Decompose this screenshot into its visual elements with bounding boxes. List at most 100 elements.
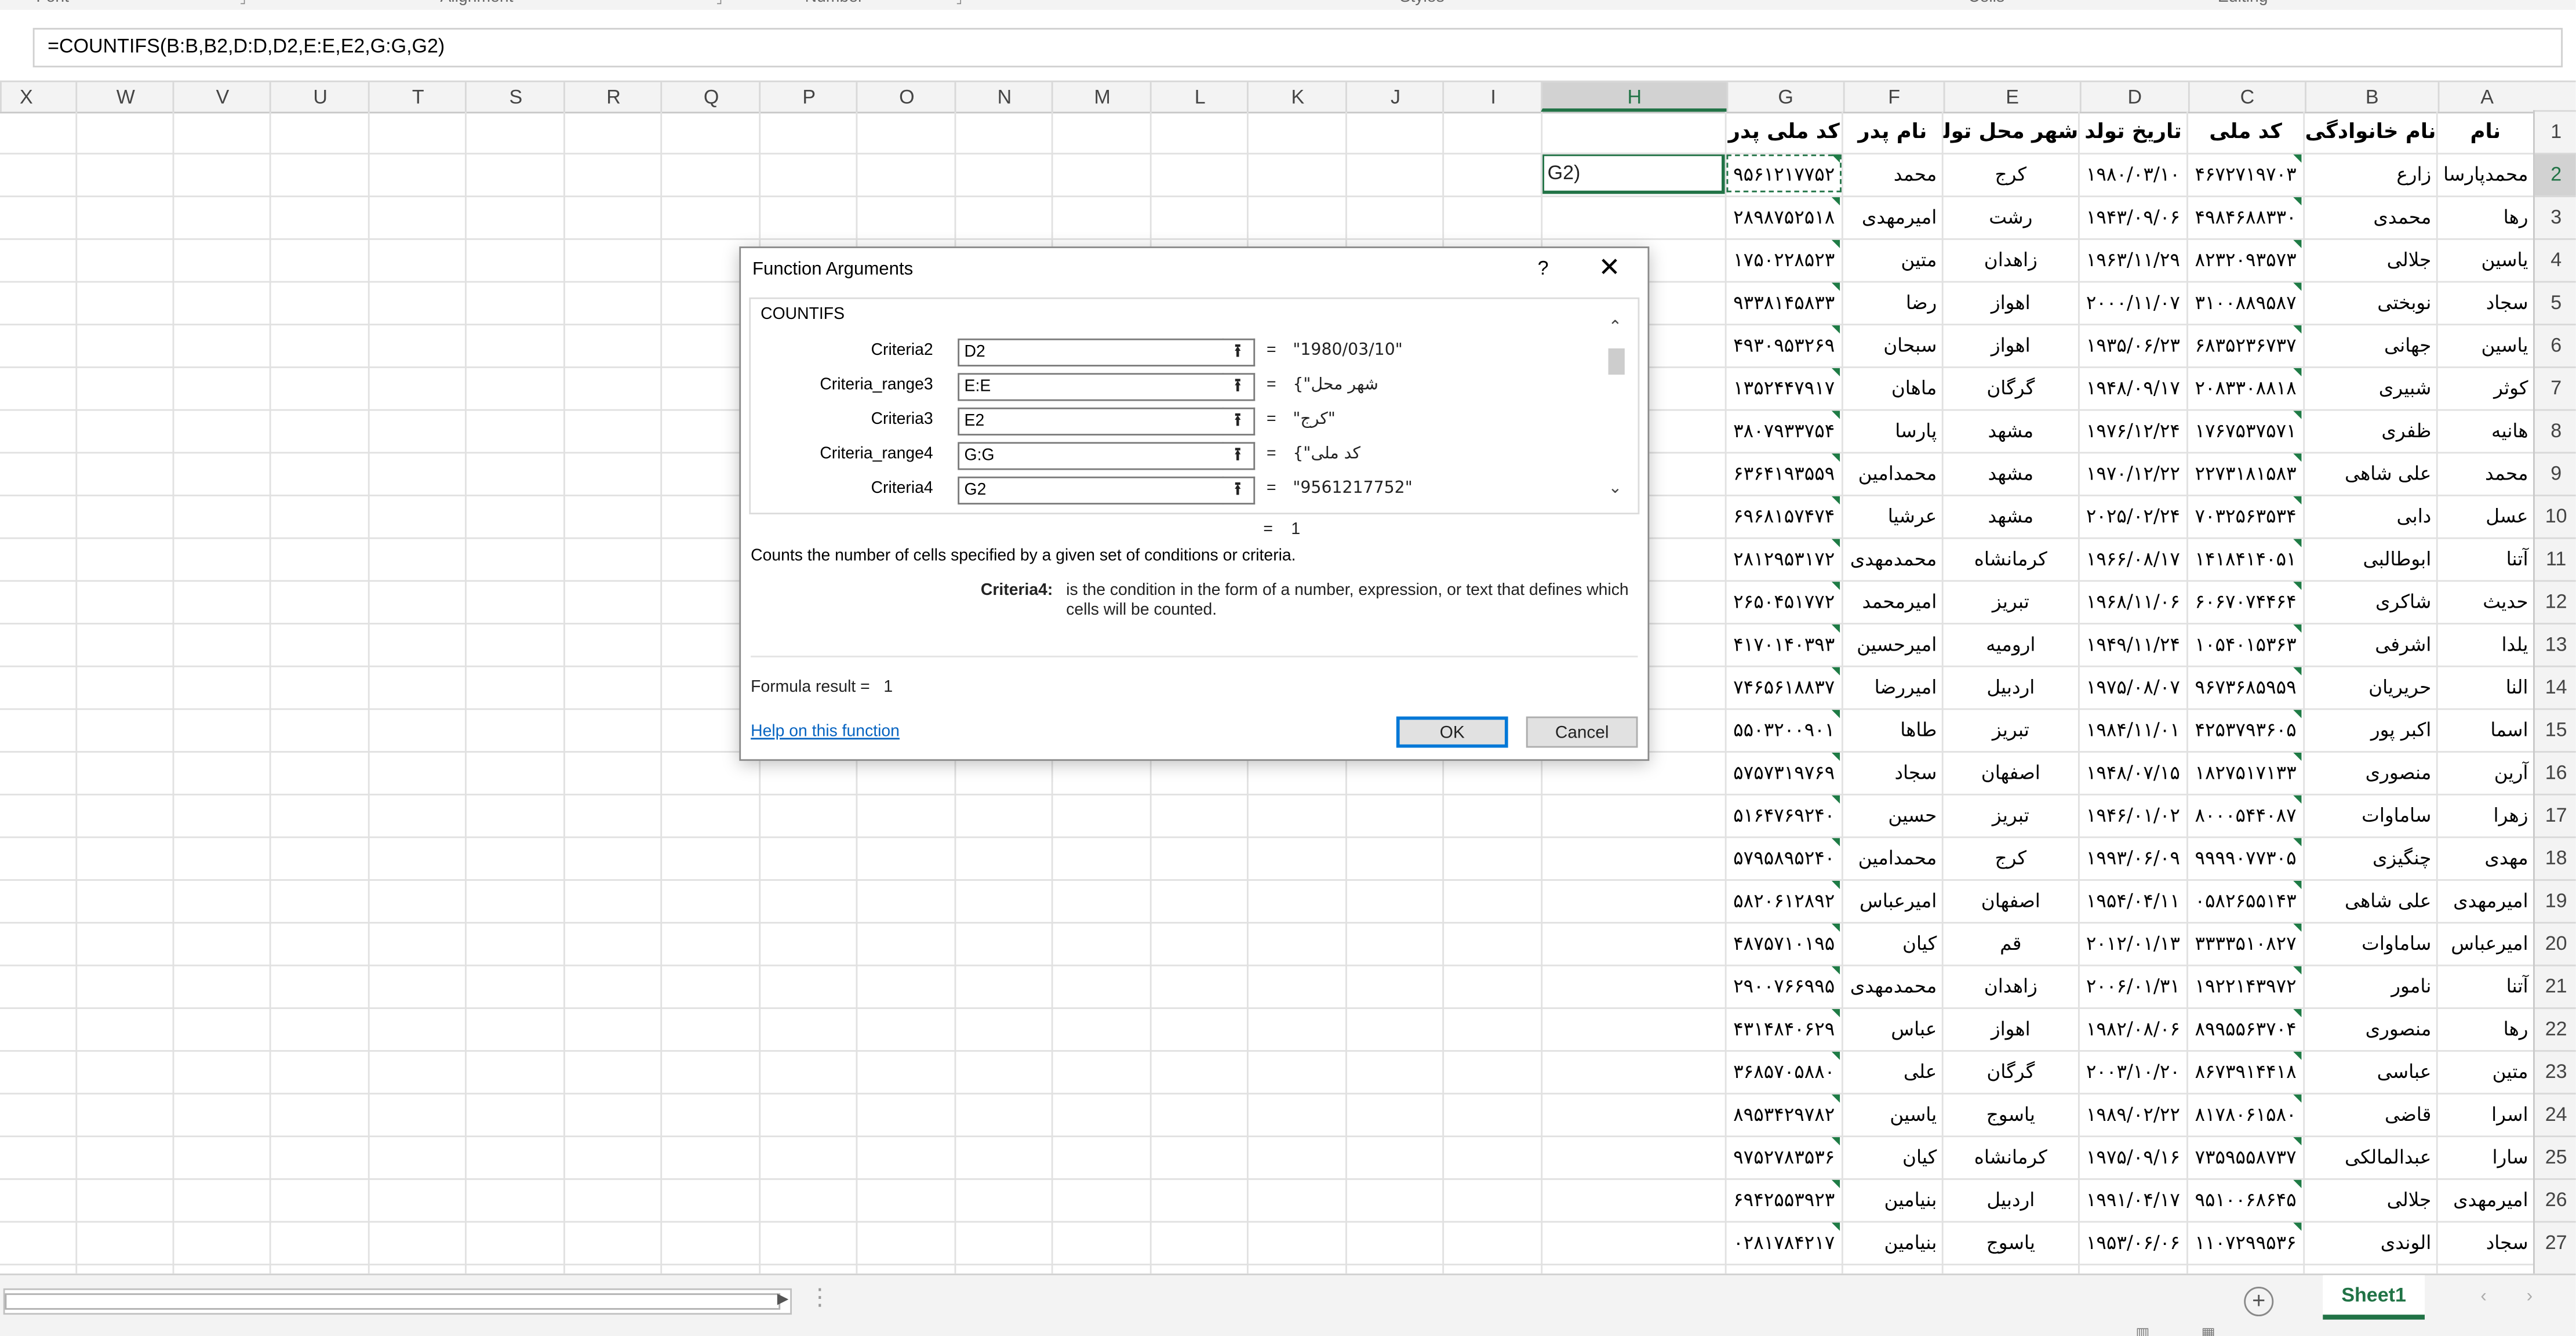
cell-a13[interactable]: یلدا bbox=[2438, 625, 2533, 664]
cell-e16[interactable]: اصفهان bbox=[1944, 753, 2078, 792]
cell-c27[interactable]: ۱۱۰۷۲۹۹۵۳۶ bbox=[2188, 1222, 2303, 1262]
cell-d13[interactable]: ۱۹۴۹/۱۱/۲۴ bbox=[2080, 625, 2186, 664]
row-header-13[interactable]: 13 bbox=[2534, 623, 2576, 666]
cell-f18[interactable]: محمدامین bbox=[1843, 838, 1942, 877]
arg-input-criteria4[interactable]: G2 bbox=[958, 476, 1224, 505]
cell-c18[interactable]: ۹۹۹۹۰۷۷۳۰۵ bbox=[2188, 838, 2303, 877]
help-icon[interactable]: ? bbox=[1538, 256, 1549, 279]
column-header-h[interactable]: H bbox=[1541, 82, 1727, 112]
ribbon-group-editing[interactable]: Editing bbox=[2218, 0, 2268, 6]
row-header-5[interactable]: 5 bbox=[2534, 281, 2576, 324]
error-indicator-icon[interactable] bbox=[2293, 795, 2302, 804]
header-cell-f[interactable]: نام پدر bbox=[1843, 112, 1942, 151]
cell-a16[interactable]: آرین bbox=[2438, 753, 2533, 792]
cell-e24[interactable]: یاسوج bbox=[1944, 1094, 2078, 1134]
error-indicator-icon[interactable] bbox=[2293, 239, 2302, 248]
cell-f21[interactable]: محمدمهدی bbox=[1843, 966, 1942, 1005]
cell-f14[interactable]: امیررضا bbox=[1843, 667, 1942, 707]
cell-b26[interactable]: جلالی bbox=[2305, 1180, 2436, 1219]
cell-c15[interactable]: ۴۲۵۳۷۹۳۶۰۵ bbox=[2188, 710, 2303, 749]
cell-c24[interactable]: ۸۱۷۸۰۶۱۵۸۰ bbox=[2188, 1094, 2303, 1134]
cell-b23[interactable]: عباسی bbox=[2305, 1052, 2436, 1091]
cell-d16[interactable]: ۱۹۴۸/۰۷/۱۵ bbox=[2080, 753, 2186, 792]
row-header-3[interactable]: 3 bbox=[2534, 195, 2576, 238]
cell-a25[interactable]: سارا bbox=[2438, 1137, 2533, 1177]
cell-f11[interactable]: محمدمهدی bbox=[1843, 539, 1942, 579]
cell-a10[interactable]: عسل bbox=[2438, 496, 2533, 536]
cell-g2[interactable]: ۹۵۶۱۲۱۷۷۵۲ bbox=[1727, 154, 1842, 194]
error-indicator-icon[interactable] bbox=[2293, 154, 2302, 163]
error-indicator-icon[interactable] bbox=[1831, 667, 1840, 676]
cell-c11[interactable]: ۱۴۱۸۴۱۴۰۵۱ bbox=[2188, 539, 2303, 579]
cell-d22[interactable]: ۱۹۸۲/۰۸/۰۶ bbox=[2080, 1009, 2186, 1048]
cell-f4[interactable]: متین bbox=[1843, 240, 1942, 279]
arg-input-criteria-range3[interactable]: E:E bbox=[958, 373, 1224, 401]
cell-c12[interactable]: ۶۰۶۷۰۷۴۴۶۴ bbox=[2188, 582, 2303, 621]
cell-a5[interactable]: سجاد bbox=[2438, 282, 2533, 322]
cell-a20[interactable]: امیرعباس bbox=[2438, 924, 2533, 963]
error-indicator-icon[interactable] bbox=[2293, 624, 2302, 633]
cell-e7[interactable]: گرگان bbox=[1944, 368, 2078, 408]
cell-b8[interactable]: ظفری bbox=[2305, 411, 2436, 451]
cell-a23[interactable]: متین bbox=[2438, 1052, 2533, 1091]
column-header-o[interactable]: O bbox=[856, 82, 956, 112]
cell-b21[interactable]: نامور bbox=[2305, 966, 2436, 1005]
page-break-view-icon[interactable]: ▦ bbox=[2202, 1324, 2215, 1336]
cell-c7[interactable]: ۲۰۸۳۳۰۸۸۱۸ bbox=[2188, 368, 2303, 408]
scroll-thumb[interactable] bbox=[1608, 348, 1625, 375]
row-header-18[interactable]: 18 bbox=[2534, 836, 2576, 880]
cell-f27[interactable]: بنیامین bbox=[1843, 1222, 1942, 1262]
cell-e27[interactable]: یاسوج bbox=[1944, 1222, 2078, 1262]
column-header-w[interactable]: W bbox=[75, 82, 174, 112]
error-indicator-icon[interactable] bbox=[1831, 496, 1840, 505]
cell-f15[interactable]: طاها bbox=[1843, 710, 1942, 749]
cell-f19[interactable]: امیرعباس bbox=[1843, 881, 1942, 920]
error-indicator-icon[interactable] bbox=[2293, 453, 2302, 462]
cell-d19[interactable]: ۱۹۵۴/۰۴/۱۱ bbox=[2080, 881, 2186, 920]
collapse-dialog-icon[interactable]: ⭱ bbox=[1222, 338, 1256, 366]
cell-c4[interactable]: ۸۲۳۲۰۹۳۵۷۳ bbox=[2188, 240, 2303, 279]
cell-a7[interactable]: کوثر bbox=[2438, 368, 2533, 408]
cell-f12[interactable]: امیرمحمد bbox=[1843, 582, 1942, 621]
row-header-26[interactable]: 26 bbox=[2534, 1178, 2576, 1221]
cell-g27[interactable]: ۰۲۸۱۷۸۴۲۱۷ bbox=[1727, 1222, 1842, 1262]
ribbon-group-number[interactable]: Number bbox=[805, 0, 864, 6]
cell-a12[interactable]: حدیث bbox=[2438, 582, 2533, 621]
column-header-l[interactable]: L bbox=[1149, 82, 1249, 112]
cell-e12[interactable]: تبریز bbox=[1944, 582, 2078, 621]
row-header-22[interactable]: 22 bbox=[2534, 1007, 2576, 1050]
error-indicator-icon[interactable] bbox=[2293, 1222, 2302, 1231]
error-indicator-icon[interactable] bbox=[1831, 539, 1840, 547]
cell-d27[interactable]: ۱۹۵۳/۰۶/۰۶ bbox=[2080, 1222, 2186, 1262]
error-indicator-icon[interactable] bbox=[2293, 752, 2302, 761]
cell-a21[interactable]: آتنا bbox=[2438, 966, 2533, 1005]
cell-a11[interactable]: آتنا bbox=[2438, 539, 2533, 579]
error-indicator-icon[interactable] bbox=[1831, 582, 1840, 590]
cell-a22[interactable]: رها bbox=[2438, 1009, 2533, 1048]
cell-d23[interactable]: ۲۰۰۳/۱۰/۲۰ bbox=[2080, 1052, 2186, 1091]
error-indicator-icon[interactable] bbox=[1831, 624, 1840, 633]
collapse-dialog-icon[interactable]: ⭱ bbox=[1222, 476, 1256, 505]
cell-a15[interactable]: اسما bbox=[2438, 710, 2533, 749]
cell-a19[interactable]: امیرمهدی bbox=[2438, 881, 2533, 920]
cell-a6[interactable]: یاسین bbox=[2438, 325, 2533, 365]
cell-a26[interactable]: امیرمهدی bbox=[2438, 1180, 2533, 1219]
error-indicator-icon[interactable] bbox=[2293, 197, 2302, 206]
cell-c6[interactable]: ۶۸۳۵۲۳۶۷۳۷ bbox=[2188, 325, 2303, 365]
cell-a27[interactable]: سجاد bbox=[2438, 1222, 2533, 1262]
cell-e17[interactable]: تبریز bbox=[1944, 796, 2078, 835]
cell-g10[interactable]: ۶۹۶۸۱۵۷۴۷۴ bbox=[1727, 496, 1842, 536]
cell-g12[interactable]: ۲۶۵۰۴۵۱۷۷۲ bbox=[1727, 582, 1842, 621]
cell-b18[interactable]: چنگیزی bbox=[2305, 838, 2436, 877]
cell-g18[interactable]: ۵۷۹۵۸۹۵۲۴۰ bbox=[1727, 838, 1842, 877]
error-indicator-icon[interactable] bbox=[2293, 1051, 2302, 1060]
column-header-x[interactable]: X bbox=[0, 82, 51, 112]
column-header-i[interactable]: I bbox=[1442, 82, 1542, 112]
cell-c25[interactable]: ۷۳۵۹۵۵۸۷۳۷ bbox=[2188, 1137, 2303, 1177]
cell-f17[interactable]: حسین bbox=[1843, 796, 1942, 835]
error-indicator-icon[interactable] bbox=[1831, 752, 1840, 761]
cell-c26[interactable]: ۹۵۱۰۰۶۸۶۴۵ bbox=[2188, 1180, 2303, 1219]
row-header-25[interactable]: 25 bbox=[2534, 1135, 2576, 1178]
row-header-21[interactable]: 21 bbox=[2534, 964, 2576, 1008]
cell-b7[interactable]: شبیری bbox=[2305, 368, 2436, 408]
